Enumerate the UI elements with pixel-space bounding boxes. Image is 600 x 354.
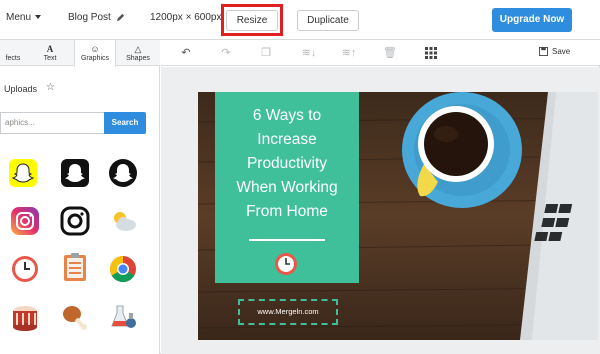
tab-shapes[interactable]: △ Shapes xyxy=(116,40,160,66)
redo-icon[interactable]: ↷ xyxy=(219,46,233,60)
left-panel: fects A Text ☺ Graphics △ Shapes Uploads… xyxy=(0,40,160,354)
top-bar: Menu Blog Post 1200px × 600px Resize Dup… xyxy=(0,0,600,40)
save-label: Save xyxy=(552,47,571,56)
tab-label: Graphics xyxy=(80,55,109,62)
headline-line: 6 Ways to xyxy=(252,107,322,124)
canvas-dimensions: 1200px × 600px xyxy=(150,12,222,23)
url-text-box[interactable]: www.Mergeln.com xyxy=(238,299,338,325)
chrome-icon[interactable] xyxy=(108,254,138,284)
clock-icon[interactable] xyxy=(274,252,298,276)
document-type[interactable]: Blog Post xyxy=(68,12,125,23)
layer-down-icon[interactable]: ≋↓ xyxy=(299,46,319,60)
document-type-label: Blog Post xyxy=(68,12,111,23)
tab-label: Shapes xyxy=(126,55,150,62)
snapchat-yellow-icon[interactable] xyxy=(8,158,38,188)
clipboard-icon[interactable] xyxy=(60,252,90,282)
duplicate-button[interactable]: Duplicate xyxy=(297,10,359,31)
headline-divider xyxy=(249,239,325,241)
copy-icon[interactable]: ❐ xyxy=(259,46,273,60)
menu-label: Menu xyxy=(6,12,32,23)
search-button[interactable]: Search xyxy=(104,112,146,134)
headline-line: From Home xyxy=(246,203,328,220)
undo-icon[interactable]: ↶ xyxy=(179,46,193,60)
chicken-leg-icon[interactable] xyxy=(60,302,90,332)
pencil-icon xyxy=(116,13,124,21)
lab-flask-icon[interactable] xyxy=(108,302,138,332)
chevron-down-icon xyxy=(35,15,42,20)
layer-up-icon[interactable]: ≋↑ xyxy=(339,46,359,60)
tab-label: Text xyxy=(43,55,57,62)
editor-toolbar: ↶ ↷ ❐ ≋↓ ≋↑ 🗑 Save xyxy=(161,40,600,66)
tab-effects[interactable]: fects xyxy=(0,40,26,66)
floppy-disk-icon xyxy=(539,47,548,57)
save-button[interactable]: Save xyxy=(539,47,571,57)
grid-icon[interactable] xyxy=(425,47,437,59)
headline-line: When Working xyxy=(236,179,338,196)
uploads-link[interactable]: Uploads xyxy=(4,84,37,94)
panel-tabs: fects A Text ☺ Graphics △ Shapes xyxy=(0,40,160,67)
clock-icon[interactable] xyxy=(10,254,40,284)
snapchat-black-rounded-icon[interactable] xyxy=(60,158,90,188)
resize-highlight-box xyxy=(221,4,283,36)
headline-line: Productivity xyxy=(246,155,328,172)
upgrade-now-button[interactable]: Upgrade Now xyxy=(492,8,572,32)
snapchat-black-circle-icon[interactable] xyxy=(108,158,138,188)
menu-button[interactable]: Menu xyxy=(6,12,42,23)
star-icon[interactable]: ☆ xyxy=(46,82,55,93)
tab-label: fects xyxy=(5,55,21,62)
cake-icon[interactable] xyxy=(10,302,40,332)
headline-line: Increase xyxy=(257,131,317,148)
effects-icon xyxy=(0,43,26,55)
graphics-search-input[interactable]: aphics... xyxy=(0,112,104,134)
trash-icon[interactable]: 🗑 xyxy=(383,46,397,60)
instagram-black-icon[interactable] xyxy=(60,206,90,236)
smiley-icon: ☺ xyxy=(90,44,100,54)
tab-text[interactable]: A Text xyxy=(26,40,74,66)
instagram-color-icon[interactable] xyxy=(10,206,40,236)
tab-graphics[interactable]: ☺ Graphics xyxy=(74,40,116,67)
triangle-icon: △ xyxy=(134,44,142,54)
text-icon: A xyxy=(46,44,54,54)
weather-partly-sunny-icon[interactable] xyxy=(108,206,138,236)
headline-text[interactable]: 6 Ways to Increase Productivity When Wor… xyxy=(215,104,359,224)
